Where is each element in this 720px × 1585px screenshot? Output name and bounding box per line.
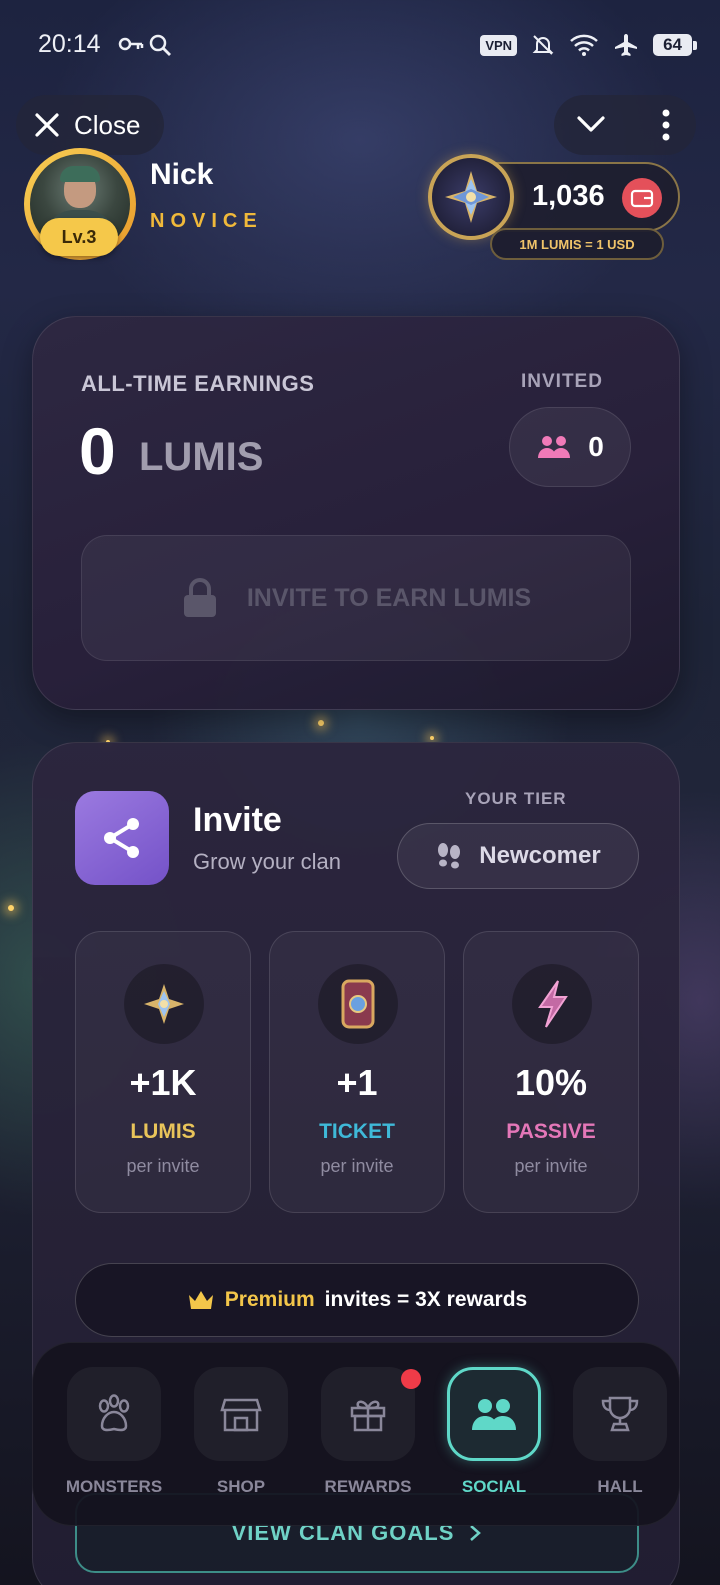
user-name: Nick <box>150 158 214 191</box>
share-icon <box>104 818 139 858</box>
reward-name: PASSIVE <box>506 1120 596 1143</box>
nav-item-shop[interactable]: SHOP <box>186 1367 296 1517</box>
wifi-icon <box>570 34 598 56</box>
share-button[interactable] <box>75 791 169 885</box>
premium-banner: Premium invites = 3X rewards <box>75 1263 639 1337</box>
nav-tile <box>573 1367 667 1461</box>
nav-label: HALL <box>597 1477 643 1496</box>
premium-text: invites = 3X rewards <box>324 1288 528 1311</box>
search-icon <box>149 34 171 56</box>
reward-card-lumis: +1K LUMIS per invite <box>75 931 251 1213</box>
close-icon <box>35 113 59 137</box>
reward-per: per invite <box>514 1156 588 1176</box>
nav-item-rewards[interactable]: REWARDS <box>313 1367 423 1517</box>
wallet-button[interactable] <box>622 178 662 218</box>
earnings-card: ALL-TIME EARNINGS 0 LUMIS INVITED 0 INVI… <box>32 316 680 710</box>
status-time: 20:14 <box>38 30 101 58</box>
reward-per: per invite <box>320 1156 394 1176</box>
bell-muted-icon <box>532 35 554 55</box>
more-options-icon[interactable] <box>662 109 670 141</box>
balance-value: 1,036 <box>532 180 605 212</box>
bottom-nav: MONSTERS SHOP REWARDS SOCIAL HALL <box>32 1342 680 1526</box>
reward-card-passive: 10% PASSIVE per invite <box>463 931 639 1213</box>
exchange-rate-label: 1M LUMIS = 1 USD <box>490 228 664 260</box>
reward-value: 10% <box>514 1062 588 1103</box>
people-icon <box>472 1399 516 1430</box>
lightning-icon <box>512 964 592 1044</box>
tier-badge[interactable]: Newcomer <box>397 823 639 889</box>
trophy-icon <box>601 1396 639 1432</box>
nav-tile <box>194 1367 288 1461</box>
background-sparkle <box>8 905 14 911</box>
reward-name: LUMIS <box>130 1120 196 1143</box>
reward-value: +1K <box>129 1062 197 1103</box>
ticket-icon <box>318 964 398 1044</box>
close-label: Close <box>74 109 141 140</box>
vpn-badge: VPN <box>480 34 518 56</box>
airplane-icon <box>615 34 638 56</box>
nav-tile <box>447 1367 541 1461</box>
nav-label: SHOP <box>216 1477 266 1496</box>
background-sparkle <box>430 736 434 740</box>
nav-item-monsters[interactable]: MONSTERS <box>59 1367 169 1517</box>
earnings-label: ALL-TIME EARNINGS <box>81 371 315 396</box>
tier-name: Newcomer <box>479 842 601 869</box>
earnings-unit: LUMIS <box>139 435 264 479</box>
nav-tile <box>67 1367 161 1461</box>
invited-counter: 0 <box>509 407 631 487</box>
people-icon <box>538 436 571 458</box>
lock-icon <box>183 578 216 617</box>
invite-to-earn-label: INVITE TO EARN LUMIS <box>246 583 532 612</box>
invite-title: Invite <box>193 801 282 839</box>
crown-icon <box>188 1291 213 1309</box>
background-sparkle <box>318 720 324 726</box>
footprints-icon <box>438 843 461 869</box>
battery-level: 64 <box>653 34 697 56</box>
gem-icon <box>124 964 204 1044</box>
tier-label: YOUR TIER <box>465 789 567 808</box>
nav-label: MONSTERS <box>65 1477 163 1496</box>
invited-label: INVITED <box>521 371 603 392</box>
chevron-down-icon[interactable] <box>576 109 606 139</box>
nav-item-social[interactable]: SOCIAL <box>439 1367 549 1517</box>
chevron-right-icon <box>470 1525 482 1541</box>
key-icon <box>118 37 144 51</box>
gift-icon <box>350 1400 386 1432</box>
invite-subtitle: Grow your clan <box>193 849 341 874</box>
invited-count: 0 <box>588 431 604 462</box>
nav-label: REWARDS <box>324 1477 412 1496</box>
notification-dot <box>401 1369 421 1389</box>
reward-card-ticket: +1 TICKET per invite <box>269 931 445 1213</box>
reward-name: TICKET <box>319 1120 395 1143</box>
nav-label: SOCIAL <box>461 1477 527 1496</box>
level-badge: Lv.3 <box>40 218 118 256</box>
store-icon <box>220 1398 262 1432</box>
app-menu-pill <box>554 95 696 155</box>
premium-highlight: Premium <box>224 1288 315 1311</box>
status-bar: 20:14 VPN 64 <box>0 0 720 92</box>
reward-value: +1 <box>336 1062 378 1103</box>
invite-to-earn-button[interactable]: INVITE TO EARN LUMIS <box>81 535 631 661</box>
wallet-icon <box>630 189 654 208</box>
user-rank: NOVICE <box>150 210 263 232</box>
paw-icon <box>98 1394 130 1432</box>
close-button[interactable]: Close <box>16 95 164 155</box>
earnings-value: 0 <box>79 414 116 488</box>
reward-per: per invite <box>126 1156 200 1176</box>
gem-icon <box>428 154 514 240</box>
nav-item-hall[interactable]: HALL <box>565 1367 675 1517</box>
